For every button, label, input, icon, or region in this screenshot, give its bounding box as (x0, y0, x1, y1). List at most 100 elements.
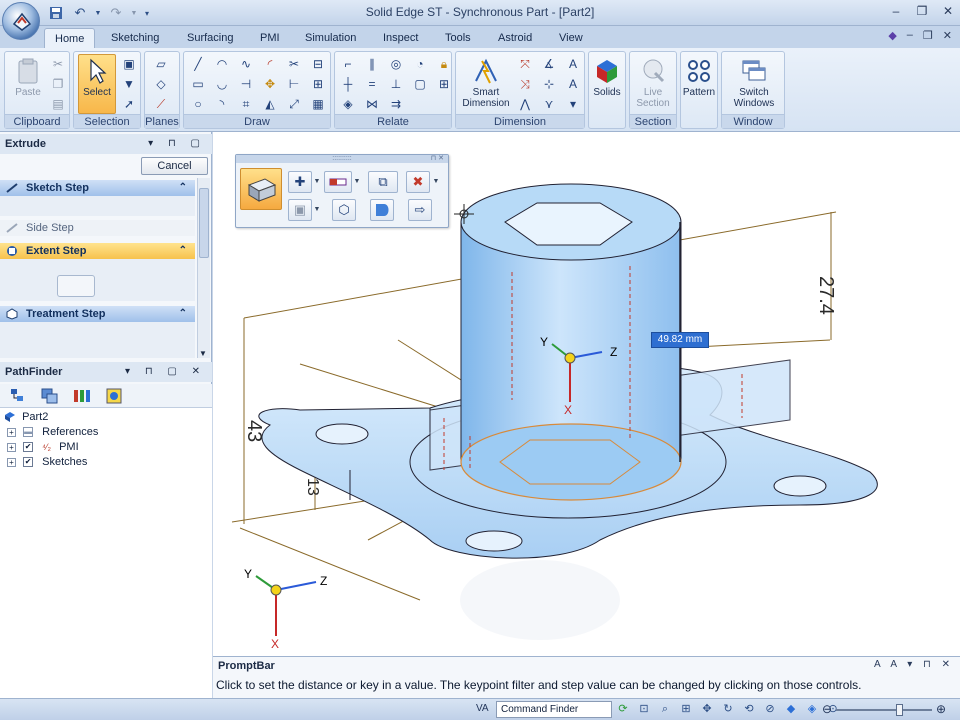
ribbon-close-icon[interactable]: ✕ (943, 29, 952, 42)
tab-simulation[interactable]: Simulation (295, 28, 366, 48)
perpendicular-icon[interactable]: ⊥ (387, 76, 405, 92)
help-options-icon[interactable]: ◆ (888, 29, 896, 42)
dimension-style-icon[interactable]: A (564, 76, 582, 92)
angle-between-icon[interactable]: ∡ (540, 56, 558, 72)
expand-icon[interactable]: + (7, 442, 16, 452)
close-icon[interactable]: ✕ (940, 3, 956, 19)
side-step-bar[interactable]: Side Step (0, 220, 195, 236)
parallel-icon[interactable]: ∥ (363, 56, 381, 72)
select-window-icon[interactable]: ▣ (120, 56, 138, 72)
view-orient-icon[interactable]: ⟲ (742, 702, 756, 716)
command-finder-input[interactable]: Command Finder (496, 701, 612, 718)
text-annotation-icon[interactable]: A (564, 56, 582, 72)
side-direction-button[interactable] (370, 199, 394, 221)
concentric-icon[interactable]: ◎ (387, 56, 405, 72)
tree-item-pmi[interactable]: + ✔ ⁴⁄₂ PMI (7, 440, 79, 455)
dimension-dropdown-icon[interactable]: ▾ (564, 96, 582, 112)
horizontal-vertical-icon[interactable]: ┼ (339, 76, 357, 92)
fillet-icon[interactable]: ◜ (261, 56, 279, 72)
circle-icon[interactable]: ○ (189, 96, 207, 112)
color-manager-icon[interactable] (104, 387, 124, 405)
cancel-x-dropdown-icon[interactable]: ▼ (432, 171, 440, 193)
ribbon-restore-icon[interactable]: ❐ (923, 29, 933, 42)
tab-tools[interactable]: Tools (435, 28, 481, 48)
add-remove-button[interactable]: ✚ (288, 171, 312, 193)
mirror-icon[interactable]: ◭ (261, 96, 279, 112)
arc-icon[interactable]: ◠ (213, 56, 231, 72)
shaded-icon[interactable]: ◆ (784, 702, 798, 716)
shaded-edges-icon[interactable]: ◈ (805, 702, 819, 716)
tree-item-references[interactable]: + ▬ References (7, 425, 98, 440)
fit-icon[interactable]: ⊞ (679, 702, 693, 716)
tangent-icon[interactable]: ◔ (411, 56, 429, 72)
copy-icon[interactable]: ❐ (49, 76, 67, 92)
cancel-x-button[interactable]: ✖ (406, 171, 430, 193)
accept-button[interactable]: ⇨ (408, 199, 432, 221)
lock-icon[interactable]: 🔒︎ (435, 56, 453, 72)
tree-item-sketches[interactable]: + ✔ Sketches (7, 455, 87, 470)
zoom-thumb[interactable] (896, 704, 903, 716)
tangent-arc-icon[interactable]: ◝ (213, 96, 231, 112)
select-pointer-icon[interactable]: ➚ (120, 96, 138, 112)
ribbon-minimize-icon[interactable]: – (907, 29, 913, 42)
coordinate-dimension-icon[interactable]: ⊹ (540, 76, 558, 92)
pan-icon[interactable]: ✥ (700, 702, 714, 716)
rectangle-icon[interactable]: ▭ (189, 76, 207, 92)
pmi-checkbox[interactable]: ✔ (23, 442, 34, 453)
extrude-main-button[interactable] (240, 168, 282, 210)
equal-icon[interactable]: = (363, 76, 381, 92)
extent-step-bar[interactable]: Extent Step ⌃ (0, 243, 195, 259)
scrollbar-thumb[interactable] (199, 188, 209, 258)
zoom-slider[interactable]: ⊖ ⊕ (822, 702, 946, 716)
treatment-step-bar[interactable]: Treatment Step ⌃ (0, 306, 195, 322)
minimize-icon[interactable]: – (888, 3, 904, 19)
rigid-set-icon[interactable]: ⊞ (435, 76, 453, 92)
project-icon[interactable]: ⊞ (309, 76, 327, 92)
extent-option-button[interactable] (57, 275, 95, 297)
tab-inspect[interactable]: Inspect (373, 28, 428, 48)
collinear-icon[interactable]: ▢ (411, 76, 429, 92)
zoom-in-icon[interactable]: ⊕ (936, 702, 946, 716)
solid-cube-button[interactable]: ⬡ (332, 199, 356, 221)
plane-normal-icon[interactable]: ⟋ (152, 96, 170, 112)
angular-coord-icon[interactable]: ⋎ (540, 96, 558, 112)
expand-icon[interactable]: + (7, 427, 16, 437)
zoom-icon[interactable]: ⌕ (658, 702, 672, 716)
scale-icon[interactable]: ⤢ (285, 96, 303, 112)
chamfer-dimension-icon[interactable]: ⋀ (516, 96, 534, 112)
smart-dimension-button[interactable]: Smart Dimension (459, 55, 513, 113)
symmetric-icon[interactable]: ◈ (339, 96, 357, 112)
cancel-button[interactable]: Cancel (141, 157, 208, 175)
plane-coincident-icon[interactable]: ◇ (152, 76, 170, 92)
connect-icon[interactable]: ⌐ (339, 56, 357, 72)
offset-icon[interactable]: ⊟ (309, 56, 327, 72)
feature-library-icon[interactable] (72, 387, 92, 405)
tab-home[interactable]: Home (44, 28, 96, 48)
rotate-icon[interactable]: ↻ (721, 702, 735, 716)
construction-icon[interactable]: ⌗ (237, 96, 255, 112)
select-button[interactable]: Select (78, 54, 116, 114)
curve-icon[interactable]: ∿ (237, 56, 255, 72)
distance-between-icon[interactable]: ⤧ (516, 56, 534, 72)
move-icon[interactable]: ✥ (261, 76, 279, 92)
refresh-icon[interactable]: ⟳ (616, 702, 630, 716)
format-painter-icon[interactable]: ▤ (49, 96, 67, 112)
line-icon[interactable]: ╱ (189, 56, 207, 72)
cut-icon[interactable]: ✂ (49, 56, 67, 72)
tree-root[interactable]: Part2 (4, 410, 48, 425)
solids-button[interactable]: Solids (589, 55, 625, 113)
extend-icon[interactable]: ⊣ (237, 76, 255, 92)
zoom-out-icon[interactable]: ⊖ (822, 702, 832, 716)
sketch-step-bar[interactable]: Sketch Step ⌃ (0, 180, 195, 196)
distance-value-readout[interactable]: 49.82 mm (651, 332, 709, 348)
select-filter-icon[interactable]: ▼ (120, 76, 138, 92)
extrude-pane-scrollbar[interactable]: ▼ (197, 178, 210, 358)
profile-button[interactable]: ▣ (288, 199, 312, 221)
keypoint-button[interactable]: ⧉ (368, 171, 398, 193)
collapse-chevron-icon[interactable]: ⌃ (179, 306, 187, 322)
include-icon[interactable]: ▦ (309, 96, 327, 112)
application-button[interactable] (2, 2, 40, 40)
sketches-checkbox[interactable]: ✔ (23, 457, 34, 468)
paste-button[interactable]: Paste (8, 55, 48, 113)
tab-pmi[interactable]: PMI (250, 28, 290, 48)
